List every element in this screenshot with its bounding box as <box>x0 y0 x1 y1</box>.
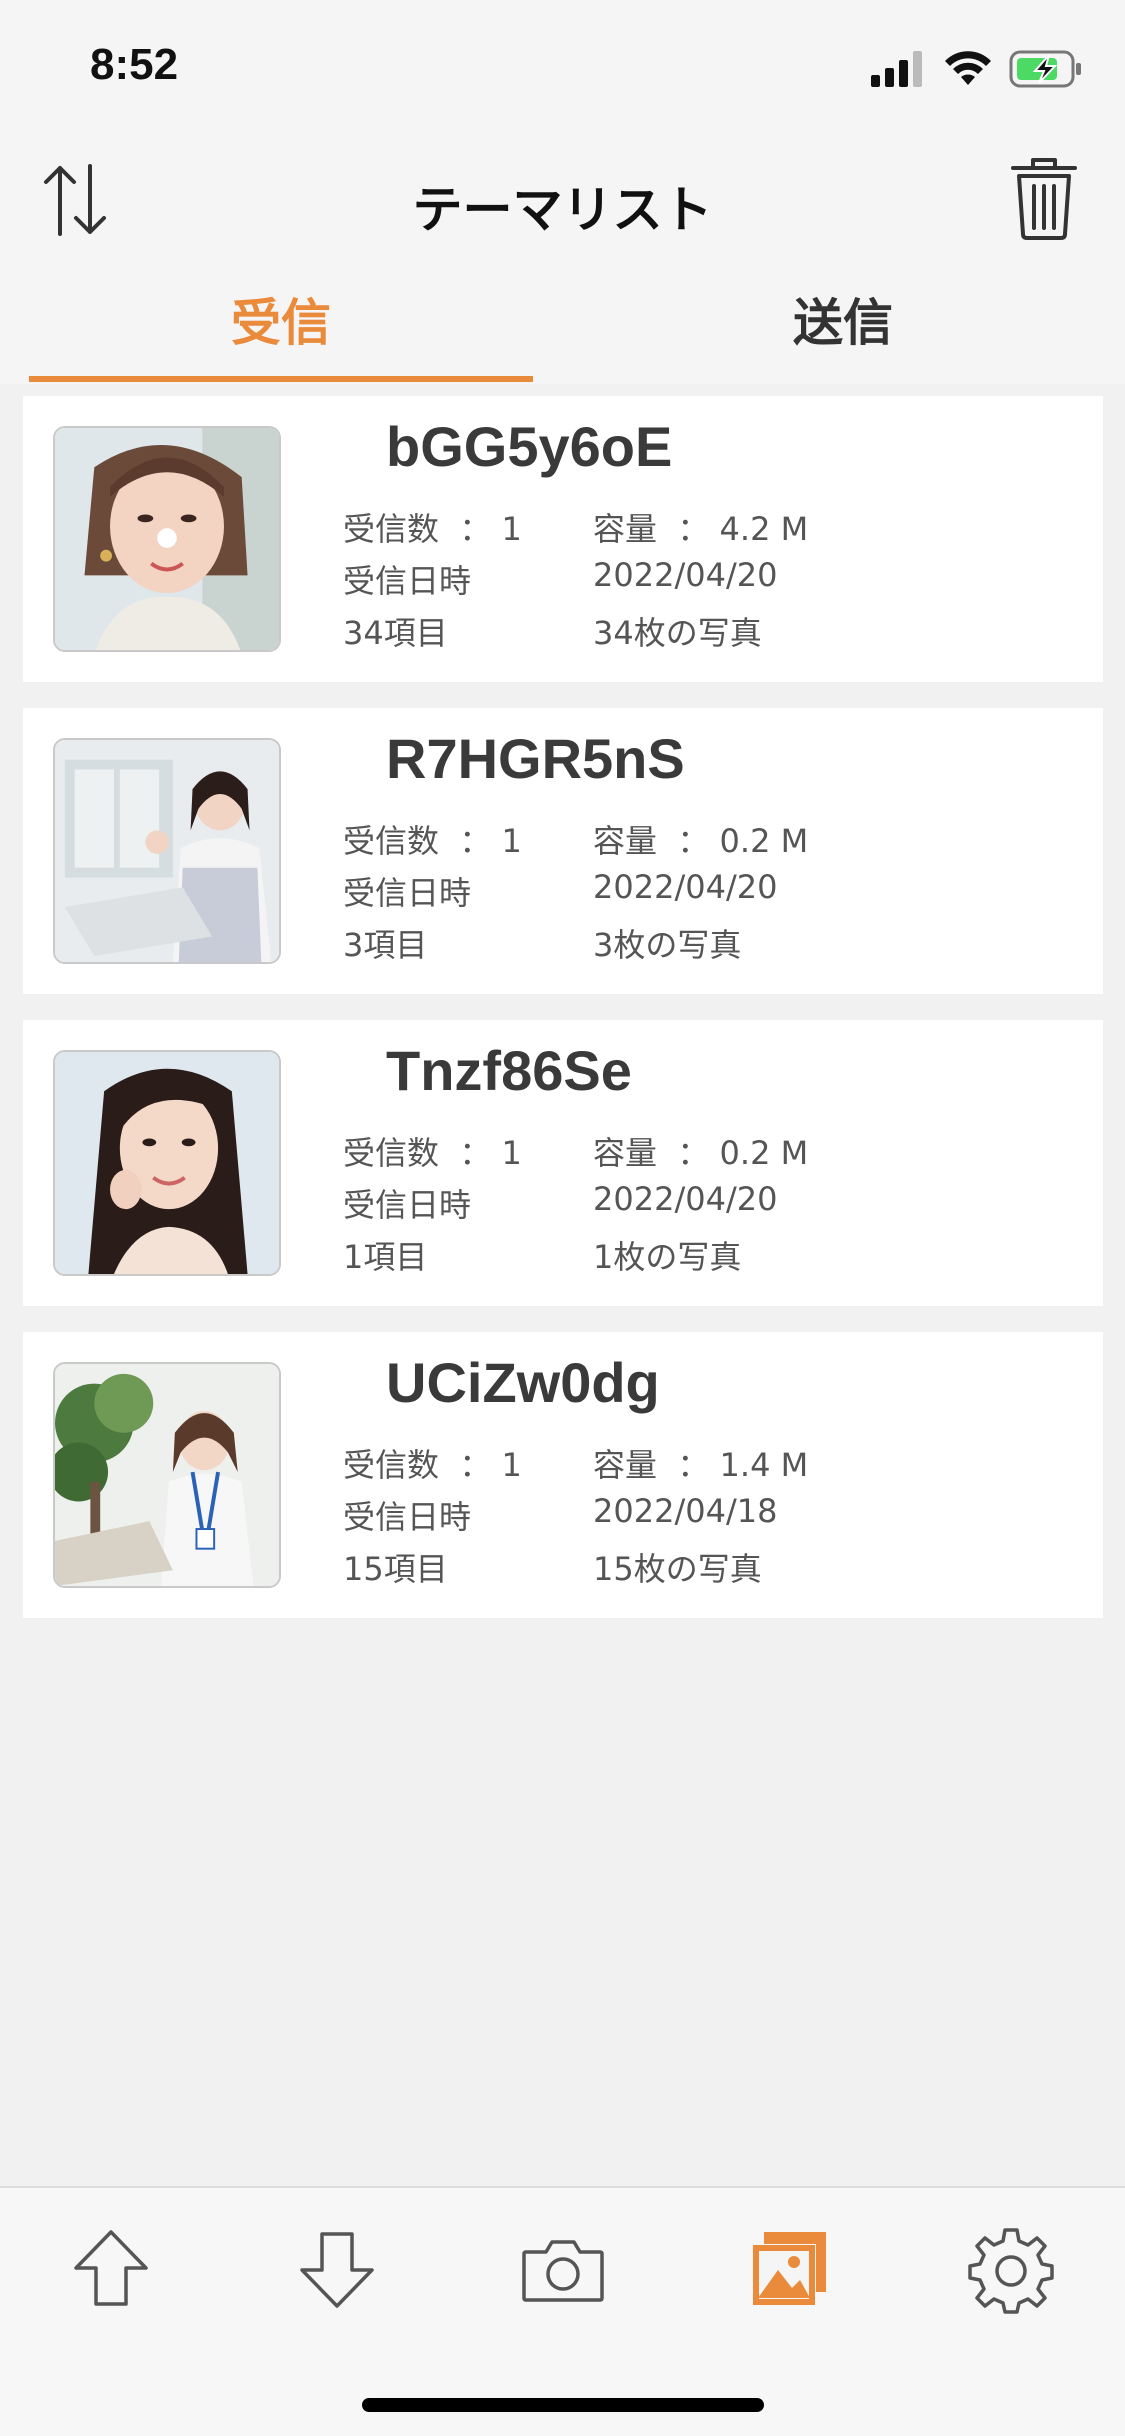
page-title: テーマリスト <box>412 181 713 239</box>
receive-date: 2022/04/20 <box>593 556 778 594</box>
capacity-value: 0.2 M <box>719 1134 809 1172</box>
capacity-label: 容量 <box>593 1134 658 1172</box>
home-indicator[interactable] <box>362 2398 764 2412</box>
receive-count: 受信数 ： 1 <box>343 816 522 862</box>
download-icon <box>300 2232 374 2308</box>
tab-received[interactable]: 受信 <box>0 262 562 384</box>
item-title: UCiZw0dg <box>386 1351 660 1414</box>
capacity: 容量 ： 0.2 M <box>593 816 808 862</box>
receive-count: 受信数 ： 1 <box>343 504 522 550</box>
photo-count: 3枚の写真 <box>593 926 742 964</box>
receive-date: 2022/04/20 <box>593 868 778 906</box>
status-time: 8:52 <box>90 40 179 89</box>
receive-datetime-label: 受信日時 <box>343 874 472 912</box>
capacity: 容量 ： 1.4 M <box>593 1440 808 1486</box>
thumbnail <box>53 738 281 964</box>
receive-count-label: 受信数 <box>343 1134 440 1172</box>
photo-count: 15枚の写真 <box>593 1550 762 1588</box>
item-count: 34項目 <box>343 614 448 652</box>
gallery-tab[interactable] <box>744 2224 834 2314</box>
capacity-label: 容量 <box>593 822 658 860</box>
receive-count-label: 受信数 <box>343 1446 440 1484</box>
camera-tab[interactable] <box>518 2224 608 2314</box>
thumbnail <box>53 1362 281 1588</box>
photo-thumbnail-icon <box>55 740 279 962</box>
upload-icon <box>74 2230 148 2306</box>
colon: ： <box>677 510 710 548</box>
photo-thumbnail-icon <box>55 1052 279 1274</box>
photo-thumbnail-icon <box>55 428 279 650</box>
capacity-label: 容量 <box>593 510 658 548</box>
photo-count: 1枚の写真 <box>593 1238 742 1276</box>
photo-thumbnail-icon <box>55 1364 279 1586</box>
battery-icon <box>1009 50 1081 88</box>
receive-datetime-label: 受信日時 <box>343 1186 472 1224</box>
colon: ： <box>459 1446 492 1484</box>
receive-count-label: 受信数 <box>343 510 440 548</box>
thumbnail <box>53 1050 281 1276</box>
list-item[interactable]: UCiZw0dg 受信数 ： 1 容量 ： 1.4 M 受信日時 2022/04… <box>23 1332 1103 1618</box>
trash-icon <box>1011 158 1077 240</box>
colon: ： <box>459 822 492 860</box>
receive-count-value: 1 <box>501 510 522 548</box>
item-title: R7HGR5nS <box>386 727 685 790</box>
status-icons <box>871 48 1083 90</box>
photo-count: 34枚の写真 <box>593 614 762 652</box>
signal-icon <box>871 51 922 87</box>
capacity-value: 1.4 M <box>719 1446 809 1484</box>
receive-count: 受信数 ： 1 <box>343 1128 522 1174</box>
receive-count: 受信数 ： 1 <box>343 1440 522 1486</box>
colon: ： <box>677 822 710 860</box>
wifi-icon <box>945 51 991 85</box>
colon: ： <box>677 1446 710 1484</box>
list-item[interactable]: Tnzf86Se 受信数 ： 1 容量 ： 0.2 M 受信日時 2022/04… <box>23 1020 1103 1306</box>
tab-sent[interactable]: 送信 <box>562 262 1124 384</box>
receive-date: 2022/04/18 <box>593 1492 778 1530</box>
receive-count-value: 1 <box>501 1134 522 1172</box>
thumbnail <box>53 426 281 652</box>
receive-count-value: 1 <box>501 822 522 860</box>
status-bar: 8:52 <box>0 0 1125 132</box>
receive-datetime-label: 受信日時 <box>343 1498 472 1536</box>
receive-date: 2022/04/20 <box>593 1180 778 1218</box>
item-count: 1項目 <box>343 1238 428 1276</box>
list-item[interactable]: R7HGR5nS 受信数 ： 1 容量 ： 0.2 M 受信日時 2022/04… <box>23 708 1103 994</box>
capacity-value: 4.2 M <box>719 510 809 548</box>
nav-bar: テーマリスト <box>0 132 1125 262</box>
delete-button[interactable] <box>1009 156 1079 240</box>
receive-datetime-label: 受信日時 <box>343 562 472 600</box>
colon: ： <box>459 510 492 548</box>
item-title: bGG5y6oE <box>386 415 673 478</box>
receive-count-label: 受信数 <box>343 822 440 860</box>
download-tab[interactable] <box>292 2224 382 2314</box>
tab-active-indicator <box>29 376 533 382</box>
segment-tabs: 受信 送信 <box>0 262 1125 384</box>
list-item[interactable]: bGG5y6oE 受信数 ： 1 容量 ： 4.2 M 受信日時 2022/04… <box>23 396 1103 682</box>
colon: ： <box>459 1134 492 1172</box>
capacity: 容量 ： 4.2 M <box>593 504 808 550</box>
capacity-label: 容量 <box>593 1446 658 1484</box>
upload-tab[interactable] <box>66 2224 156 2314</box>
item-title: Tnzf86Se <box>386 1039 632 1102</box>
item-count: 15項目 <box>343 1550 448 1588</box>
settings-icon <box>968 2228 1054 2314</box>
receive-count-value: 1 <box>501 1446 522 1484</box>
capacity-value: 0.2 M <box>719 822 809 860</box>
capacity: 容量 ： 0.2 M <box>593 1128 808 1174</box>
gallery-icon <box>752 2232 826 2306</box>
item-count: 3項目 <box>343 926 428 964</box>
camera-icon <box>522 2240 604 2302</box>
colon: ： <box>677 1134 710 1172</box>
settings-tab[interactable] <box>966 2224 1056 2314</box>
